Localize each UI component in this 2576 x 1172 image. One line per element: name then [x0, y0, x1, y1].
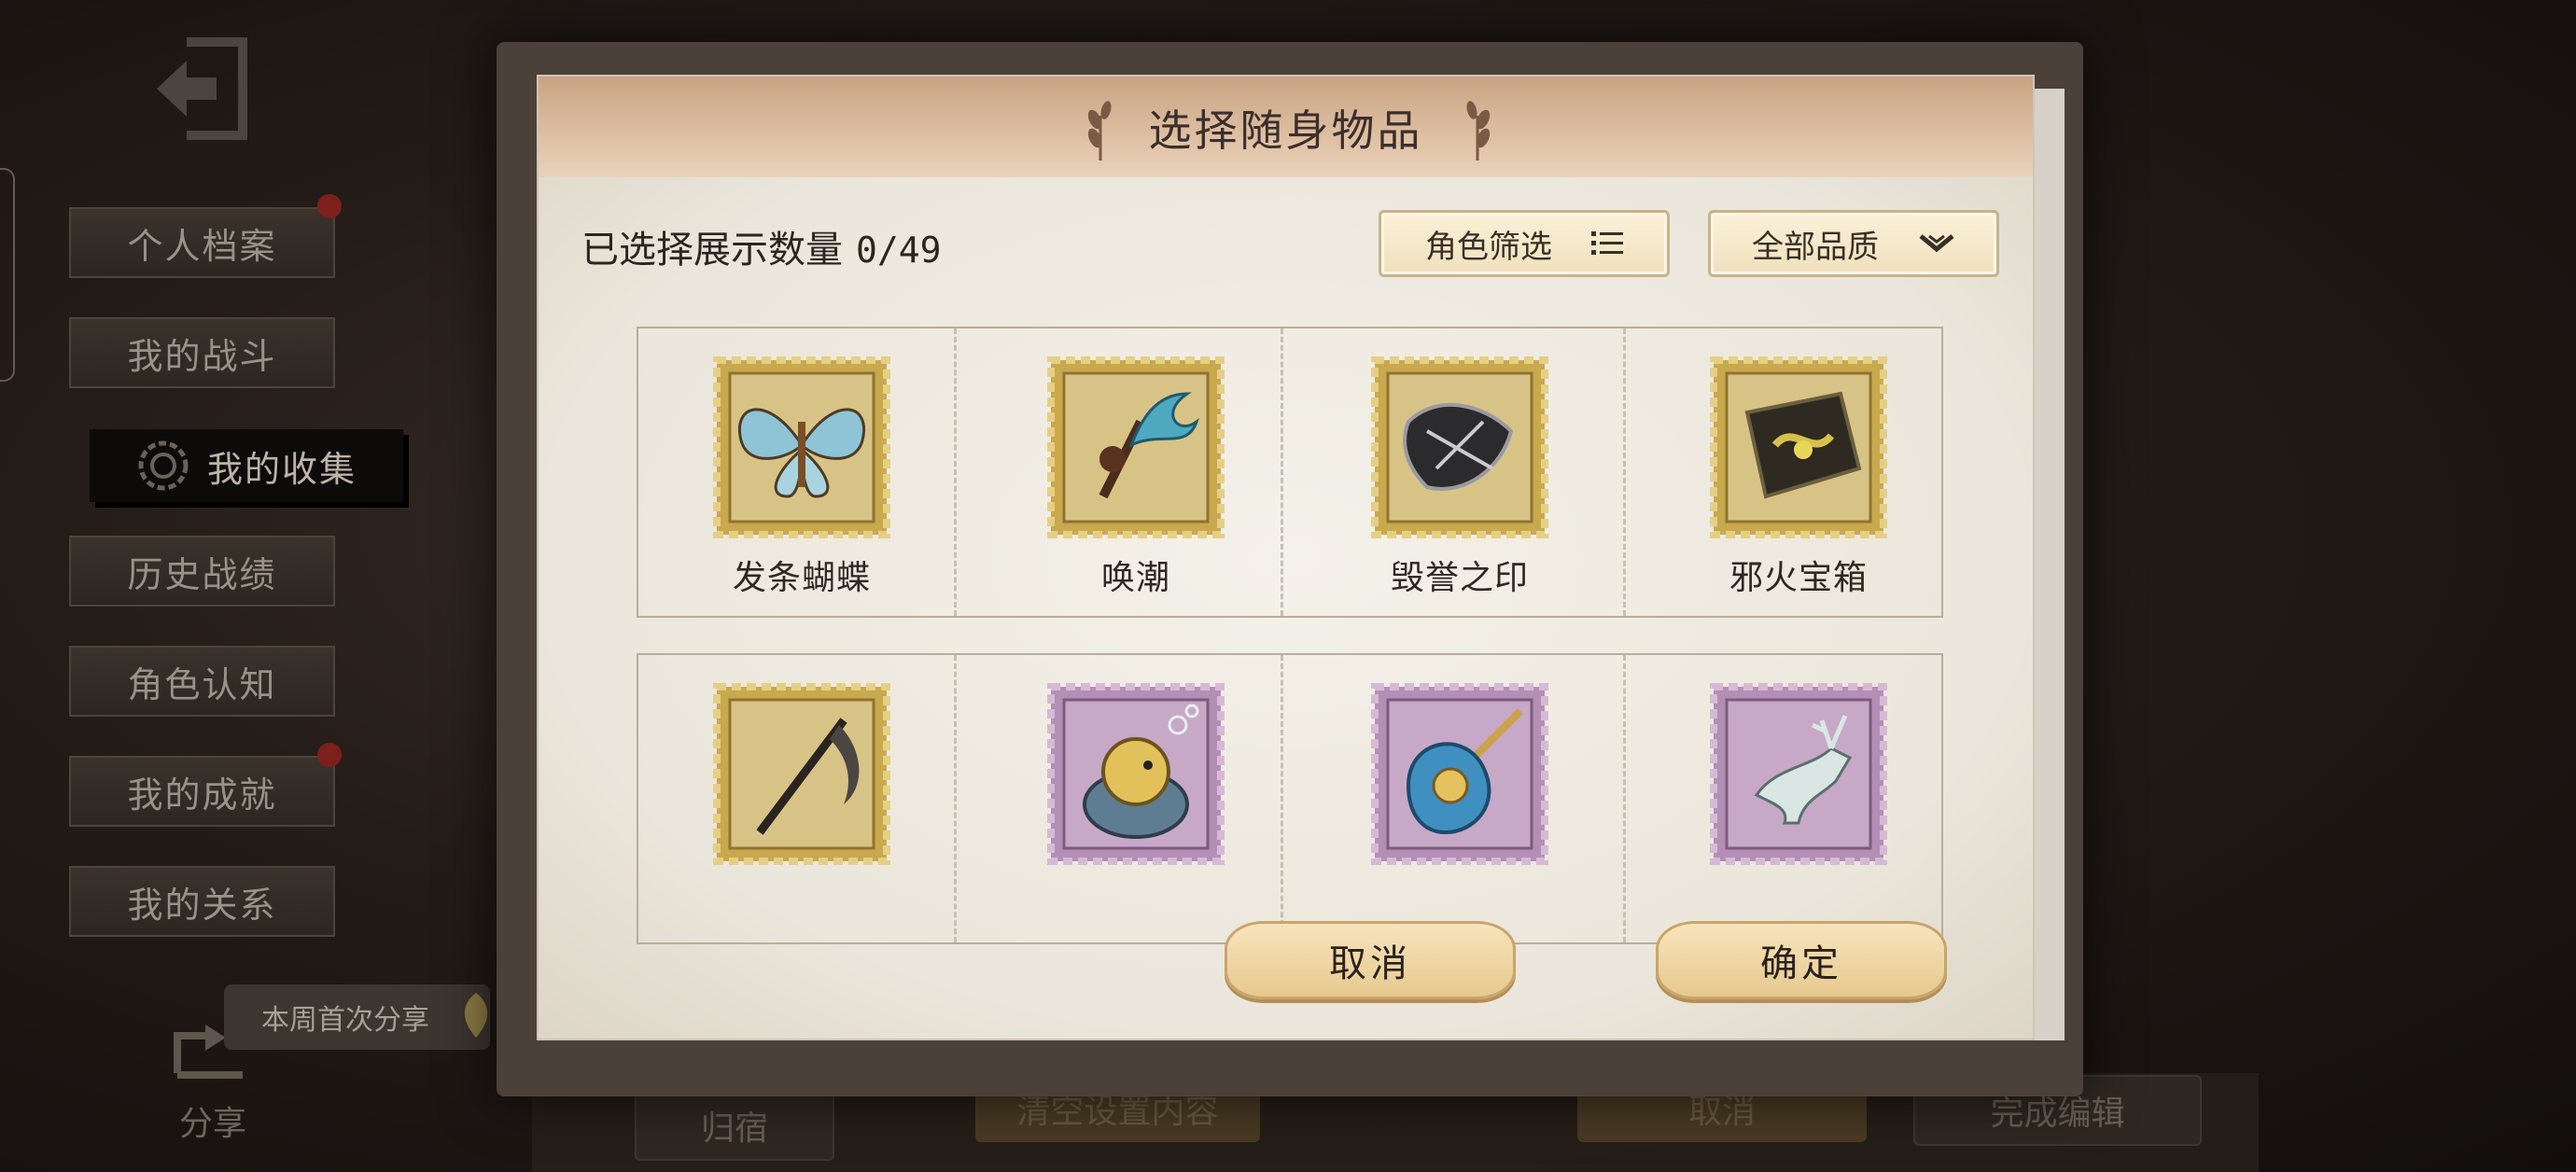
sidebar-item-label: 我的战斗: [127, 335, 277, 377]
item-card[interactable]: [1296, 655, 1623, 935]
leaf-icon: [464, 993, 488, 1038]
item-grid-row: 发条蝴蝶 唤潮 毁誉之印 邪火宝箱: [637, 327, 1943, 618]
clockwork-butterfly-icon: [713, 356, 890, 538]
deer-icon: [1710, 683, 1887, 865]
sidebar-item-label: 我的关系: [127, 884, 277, 926]
item-name: 毁誉之印: [1390, 559, 1529, 597]
notification-dot: [317, 743, 342, 767]
sidebar-item-profile[interactable]: 个人档案: [69, 207, 335, 278]
role-filter-label: 角色筛选: [1425, 228, 1552, 266]
item-card[interactable]: 毁誉之印: [1296, 328, 1623, 608]
side-tab-edge[interactable]: [0, 168, 15, 382]
confirm-button[interactable]: 确定: [1656, 921, 1947, 999]
dialog-title: 选择随身物品: [1148, 105, 1423, 156]
item-name: 发条蝴蝶: [732, 559, 871, 597]
sidebar-item-label: 角色认知: [127, 663, 277, 705]
evil-fire-chest-icon: [1710, 356, 1887, 538]
dialog-header: 选择随身物品: [539, 77, 2033, 177]
role-filter-button[interactable]: 角色筛选: [1379, 210, 1670, 277]
gear-icon: [138, 440, 189, 491]
item-name: 唤潮: [1100, 559, 1170, 597]
selected-count-label: 已选择展示数量: [581, 229, 843, 272]
sidebar-item-collection[interactable]: 我的收集: [90, 429, 403, 502]
scythe-icon: [713, 683, 890, 865]
sidebar-item-label: 历史战绩: [127, 553, 277, 595]
dorm-button[interactable]: 归宿: [635, 1090, 834, 1161]
sidebar-item-label: 我的收集: [206, 448, 357, 490]
item-card[interactable]: 发条蝴蝶: [638, 328, 965, 608]
wheat-ornament-icon: [1466, 101, 1491, 160]
select-item-dialog: 选择随身物品 已选择展示数量 0/49 角色筛选 全部品质 发条蝴蝶 唤潮 毁誉…: [537, 75, 2035, 1040]
selected-count: 已选择展示数量 0/49: [581, 219, 942, 273]
notification-dot: [317, 194, 342, 218]
item-name: 邪火宝箱: [1729, 559, 1868, 597]
item-grid-row: [637, 653, 1943, 944]
dorm-label: 归宿: [700, 1109, 768, 1148]
sidebar-item-history[interactable]: 历史战绩: [69, 536, 335, 607]
shell-mace-icon: [1371, 683, 1548, 865]
sidebar-item-battle[interactable]: 我的战斗: [69, 317, 335, 388]
item-card[interactable]: [973, 655, 1299, 935]
confirm-label: 确定: [1760, 942, 1842, 985]
item-card[interactable]: 邪火宝箱: [1635, 328, 1962, 608]
sidebar-item-role-knowledge[interactable]: 角色认知: [69, 646, 335, 717]
cancel-button[interactable]: 取消: [1225, 921, 1516, 999]
item-card[interactable]: [1635, 655, 1962, 935]
sidebar-item-label: 个人档案: [127, 225, 277, 267]
item-card[interactable]: 唤潮: [973, 328, 1299, 608]
cancel-label: 取消: [1329, 942, 1411, 985]
sidebar-item-label: 我的成就: [127, 774, 277, 816]
chevron-down-icon: [1919, 234, 1954, 253]
share-label[interactable]: 分享: [179, 1096, 246, 1145]
sidebar-item-relations[interactable]: 我的关系: [69, 866, 335, 937]
tide-caller-icon: [1047, 356, 1225, 538]
quality-filter-dropdown[interactable]: 全部品质: [1708, 210, 1999, 277]
item-card[interactable]: [638, 655, 965, 935]
share-tip-bubble: 本周首次分享: [224, 984, 490, 1050]
selected-count-value: 0/49: [856, 230, 942, 271]
sidebar-item-achievement[interactable]: 我的成就: [69, 756, 335, 827]
seal-of-infamy-icon: [1371, 356, 1548, 538]
share-tip-text: 本周首次分享: [261, 1004, 429, 1037]
quality-filter-label: 全部品质: [1752, 228, 1879, 266]
exit-icon[interactable]: [149, 33, 252, 145]
pufferfish-jar-icon: [1047, 683, 1225, 865]
list-icon: [1591, 231, 1623, 255]
